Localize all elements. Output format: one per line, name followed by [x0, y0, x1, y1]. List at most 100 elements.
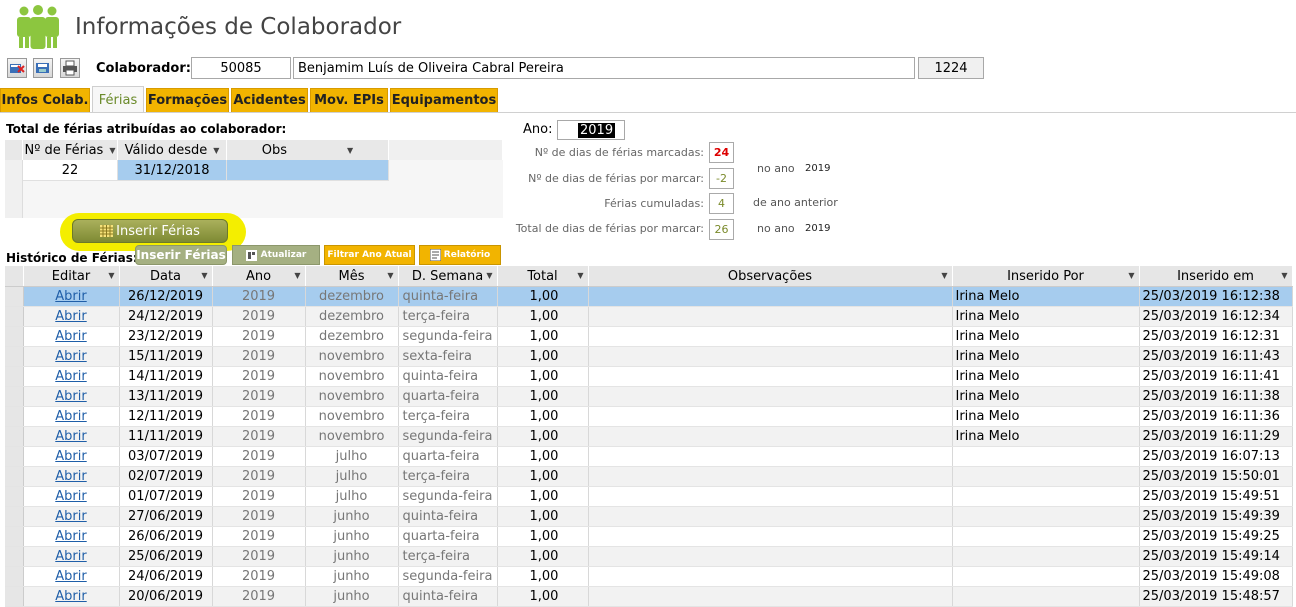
cell-inserido-em[interactable]: 25/03/2019 16:12:34 [1139, 306, 1293, 327]
cell-observacoes[interactable] [588, 446, 953, 467]
cell-observacoes[interactable] [588, 506, 953, 527]
cell-data[interactable]: 24/06/2019 [119, 566, 213, 587]
cell-inserido-em[interactable]: 25/03/2019 16:11:38 [1139, 386, 1293, 407]
cell-inserido-em[interactable]: 25/03/2019 15:49:25 [1139, 526, 1293, 547]
cell-mes[interactable]: dezembro [305, 306, 399, 327]
cell-ano[interactable]: 2019 [212, 326, 306, 347]
row-selector[interactable] [5, 286, 24, 307]
row-selector[interactable] [5, 386, 24, 407]
cell-total[interactable]: 1,00 [497, 346, 589, 367]
row-selector[interactable] [5, 426, 24, 447]
cell-total[interactable]: 1,00 [497, 526, 589, 547]
cell-data[interactable]: 01/07/2019 [119, 486, 213, 507]
cell-editar-link[interactable]: Abrir [23, 566, 120, 587]
cell-inserido-em[interactable]: 25/03/2019 16:07:13 [1139, 446, 1293, 467]
cell-d-semana[interactable]: quinta-feira [398, 586, 498, 607]
cell-mes[interactable]: novembro [305, 426, 399, 447]
cell-editar-link[interactable]: Abrir [23, 426, 120, 447]
cell-observacoes[interactable] [588, 466, 953, 487]
cell-ano[interactable]: 2019 [212, 286, 306, 307]
cell-d-semana[interactable]: terça-feira [398, 546, 498, 567]
table-row[interactable]: Abrir 25/06/2019 2019 junho terça-feira 1,00 2… [5, 546, 1293, 567]
cell-ano[interactable]: 2019 [212, 406, 306, 427]
cell-ano[interactable]: 2019 [212, 526, 306, 547]
row-selector[interactable] [5, 366, 24, 387]
table-row[interactable]: Abrir 03/07/2019 2019 julho quarta-feira 1,00… [5, 446, 1293, 467]
cell-observacoes[interactable] [588, 486, 953, 507]
cell-ano[interactable]: 2019 [212, 486, 306, 507]
cell-observacoes[interactable] [588, 406, 953, 427]
cell-d-semana[interactable]: sexta-feira [398, 346, 498, 367]
row-selector[interactable] [5, 486, 24, 507]
cell-obs[interactable] [227, 160, 389, 181]
cell-data[interactable]: 12/11/2019 [119, 406, 213, 427]
cell-valido-desde[interactable]: 31/12/2018 [118, 160, 227, 181]
cell-d-semana[interactable]: segunda-feira [398, 566, 498, 587]
col-header-total[interactable]: Total ▼ [497, 266, 589, 287]
cell-ano[interactable]: 2019 [212, 366, 306, 387]
cell-editar-link[interactable]: Abrir [23, 386, 120, 407]
cell-d-semana[interactable]: segunda-feira [398, 426, 498, 447]
cell-data[interactable]: 11/11/2019 [119, 426, 213, 447]
cell-data[interactable]: 27/06/2019 [119, 506, 213, 527]
cell-ano[interactable]: 2019 [212, 566, 306, 587]
cell-inserido-por[interactable] [952, 506, 1140, 527]
cell-total[interactable]: 1,00 [497, 306, 589, 327]
cell-mes[interactable]: novembro [305, 346, 399, 367]
row-selector[interactable] [5, 526, 24, 547]
cell-n-ferias[interactable]: 22 [23, 160, 118, 181]
cell-mes[interactable]: novembro [305, 386, 399, 407]
cell-observacoes[interactable] [588, 566, 953, 587]
cell-d-semana[interactable]: quinta-feira [398, 286, 498, 307]
cell-inserido-por[interactable] [952, 486, 1140, 507]
cell-data[interactable]: 03/07/2019 [119, 446, 213, 467]
cell-inserido-em[interactable]: 25/03/2019 16:11:29 [1139, 426, 1293, 447]
col-header-valido-desde[interactable]: Válido desde ▼ [118, 140, 227, 160]
cell-inserido-em[interactable]: 25/03/2019 16:11:36 [1139, 406, 1293, 427]
save-record-button[interactable] [33, 58, 53, 78]
cell-mes[interactable]: dezembro [305, 326, 399, 347]
cell-inserido-em[interactable]: 25/03/2019 16:11:41 [1139, 366, 1293, 387]
col-header-inserido-em[interactable]: Inserido em ▼ [1139, 266, 1293, 287]
row-selector[interactable] [5, 306, 24, 327]
tab-formacoes[interactable]: Formações [146, 88, 229, 112]
cell-inserido-por[interactable] [952, 566, 1140, 587]
row-selector[interactable] [5, 586, 24, 607]
cell-d-semana[interactable]: quinta-feira [398, 506, 498, 527]
col-header-d-semana[interactable]: D. Semana ▼ [398, 266, 498, 287]
cell-editar-link[interactable]: Abrir [23, 406, 120, 427]
cell-inserido-por[interactable]: Irina Melo [952, 326, 1140, 347]
cell-data[interactable]: 24/12/2019 [119, 306, 213, 327]
cell-total[interactable]: 1,00 [497, 466, 589, 487]
tab-acidentes[interactable]: Acidentes [231, 88, 308, 112]
cell-inserido-por[interactable]: Irina Melo [952, 366, 1140, 387]
print-button[interactable] [60, 58, 80, 78]
col-header-inserido-por[interactable]: Inserido Por ▼ [952, 266, 1140, 287]
cell-data[interactable]: 26/06/2019 [119, 526, 213, 547]
cell-ano[interactable]: 2019 [212, 506, 306, 527]
cell-d-semana[interactable]: terça-feira [398, 466, 498, 487]
row-selector[interactable] [5, 326, 24, 347]
col-header-editar[interactable]: Editar ▼ [23, 266, 120, 287]
cell-ano[interactable]: 2019 [212, 466, 306, 487]
cell-editar-link[interactable]: Abrir [23, 526, 120, 547]
row-selector[interactable] [5, 446, 24, 467]
cell-ano[interactable]: 2019 [212, 386, 306, 407]
cell-observacoes[interactable] [588, 306, 953, 327]
colaborador-number-field[interactable]: 50085 [191, 57, 291, 79]
cell-data[interactable]: 23/12/2019 [119, 326, 213, 347]
cell-inserido-por[interactable]: Irina Melo [952, 406, 1140, 427]
cell-d-semana[interactable]: quarta-feira [398, 446, 498, 467]
col-header-n-ferias[interactable]: Nº de Férias ▼ [23, 140, 118, 160]
cell-d-semana[interactable]: terça-feira [398, 306, 498, 327]
filtrar-ano-atual-button[interactable]: Filtrar Ano Atual [324, 245, 415, 265]
row-selector[interactable] [5, 160, 23, 218]
cell-total[interactable]: 1,00 [497, 546, 589, 567]
cell-d-semana[interactable]: quarta-feira [398, 386, 498, 407]
cell-inserido-em[interactable]: 25/03/2019 15:49:08 [1139, 566, 1293, 587]
cell-mes[interactable]: junho [305, 566, 399, 587]
table-row[interactable]: Abrir 26/06/2019 2019 junho quarta-feira 1,00… [5, 526, 1293, 547]
cell-observacoes[interactable] [588, 526, 953, 547]
cell-inserido-em[interactable]: 25/03/2019 15:50:01 [1139, 466, 1293, 487]
cell-total[interactable]: 1,00 [497, 506, 589, 527]
